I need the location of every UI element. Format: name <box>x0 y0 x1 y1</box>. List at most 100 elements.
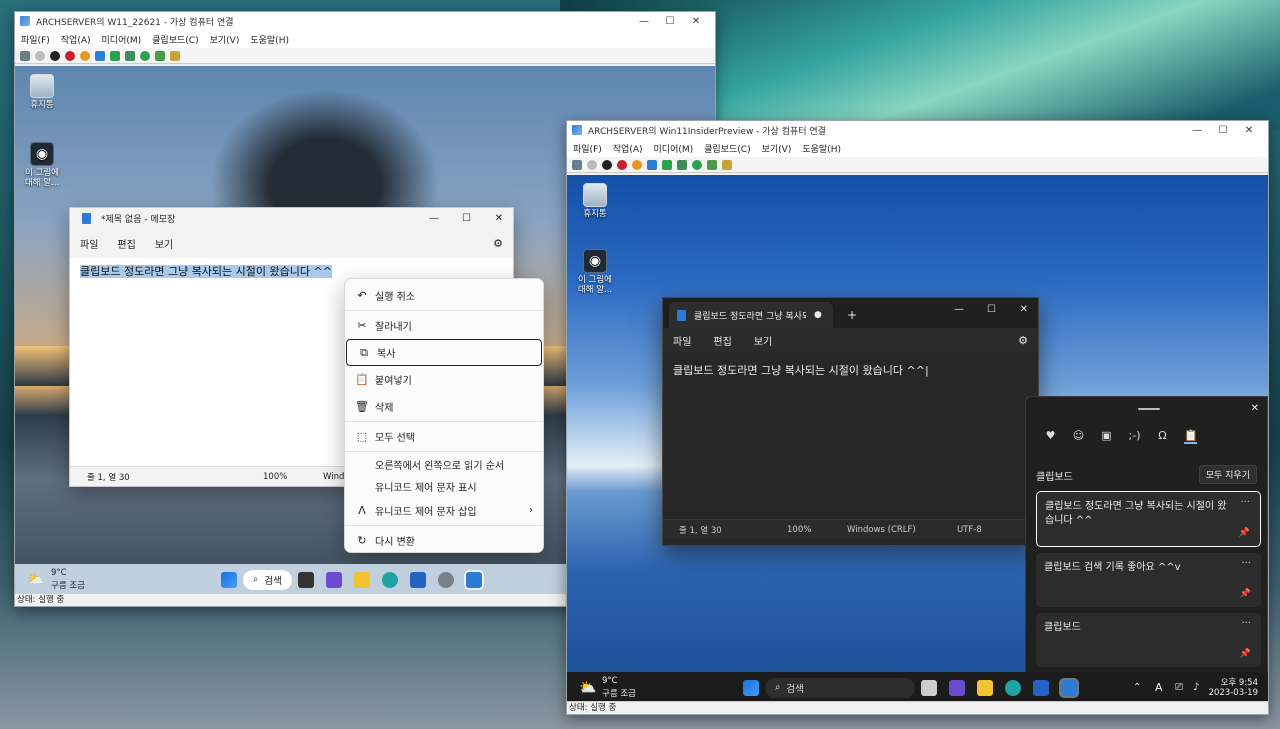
chevron-up-icon[interactable]: ⌃ <box>1133 682 1141 693</box>
clipboard-item[interactable]: 클립보드 ··· 📌 <box>1036 613 1261 667</box>
menu-help[interactable]: 도움말(H) <box>250 33 289 46</box>
menu-item-select-all[interactable]: ⬚ 모두 선택 <box>345 423 543 450</box>
clear-all-button[interactable]: 모두 지우기 <box>1198 465 1257 484</box>
more-options-icon[interactable]: ··· <box>1240 496 1250 510</box>
ctrl-alt-del-icon[interactable] <box>20 50 30 61</box>
menu-action[interactable]: 작업(A) <box>61 33 91 46</box>
resume-icon[interactable] <box>662 159 672 170</box>
clipboard-icon[interactable]: 📋 <box>1184 429 1198 444</box>
symbols-icon[interactable]: Ω <box>1156 429 1169 444</box>
menu-media[interactable]: 미디어(M) <box>654 142 694 155</box>
emoji-icon[interactable]: ☺ <box>1072 429 1085 444</box>
clipboard-item[interactable]: 클립보드 정도라면 그냥 복사되는 시절이 왔습니다 ^^ ··· 📌 <box>1036 491 1261 547</box>
close-button[interactable]: ✕ <box>1236 121 1262 139</box>
menu-view[interactable]: 보기(V) <box>762 142 792 155</box>
pin-icon[interactable]: 📌 <box>1239 526 1250 540</box>
checkpoint-icon[interactable] <box>677 159 687 170</box>
settings-icon[interactable] <box>437 571 454 588</box>
enhanced-session-icon[interactable] <box>707 159 717 170</box>
pause-icon[interactable] <box>95 50 105 61</box>
menu-view[interactable]: 보기(V) <box>210 33 240 46</box>
file-explorer-icon[interactable] <box>977 679 993 696</box>
menu-action[interactable]: 작업(A) <box>613 142 643 155</box>
notepad-taskbar-icon[interactable] <box>463 569 484 590</box>
store-icon[interactable] <box>1033 679 1049 696</box>
file-explorer-icon[interactable] <box>353 571 370 588</box>
pin-icon[interactable]: 📌 <box>1240 647 1251 661</box>
ime-icon[interactable]: A <box>1155 681 1163 694</box>
maximize-button[interactable]: ☐ <box>987 304 996 315</box>
more-options-icon[interactable]: ··· <box>1241 557 1251 571</box>
close-button[interactable]: ✕ <box>1020 304 1028 315</box>
shutdown-icon[interactable] <box>617 159 627 170</box>
maximize-button[interactable]: ☐ <box>657 12 683 30</box>
desktop-icon-spotlight[interactable]: ◉ 이 그림에 대해 알... <box>22 142 62 188</box>
minimize-button[interactable]: — <box>429 213 439 224</box>
clock-date[interactable]: 2023-03-19 <box>1209 688 1258 698</box>
volume-icon[interactable]: ♪ <box>1193 682 1199 693</box>
desktop-icon-recycle-bin[interactable]: 휴지통 <box>22 74 62 110</box>
save-state-icon[interactable] <box>632 159 642 170</box>
menu-item-paste[interactable]: 📋 붙여넣기 <box>345 366 543 393</box>
pin-icon[interactable]: 📌 <box>1240 587 1251 601</box>
save-state-icon[interactable] <box>80 50 90 61</box>
start-icon[interactable] <box>587 159 597 170</box>
pause-icon[interactable] <box>647 159 657 170</box>
gif-icon[interactable]: ▣ <box>1100 429 1113 444</box>
ctrl-alt-del-icon[interactable] <box>572 159 582 170</box>
menu-view[interactable]: 보기 <box>155 236 173 251</box>
menu-edit[interactable]: 편집 <box>117 236 135 251</box>
revert-icon[interactable] <box>692 159 702 170</box>
share-icon[interactable] <box>170 50 180 61</box>
kaomoji-icon[interactable]: ;-) <box>1128 429 1141 444</box>
start-icon[interactable] <box>743 679 759 696</box>
network-icon[interactable]: ⎚ <box>1175 682 1183 693</box>
vm2-guest-screen[interactable]: 휴지통 ◉ 이 그림에 대해 알... 클립보드 정도라면 그냥 복사되는 시 … <box>567 175 1268 703</box>
close-button[interactable]: ✕ <box>495 213 503 224</box>
menu-clipboard[interactable]: 클립보드(C) <box>152 33 198 46</box>
minimize-button[interactable]: — <box>954 304 964 315</box>
menu-item-delete[interactable]: 🗑 삭제 <box>345 393 543 420</box>
checkpoint-icon[interactable] <box>125 50 135 61</box>
more-options-icon[interactable]: ··· <box>1241 617 1251 631</box>
desktop-icon-spotlight[interactable]: ◉ 이 그림에 대해 알... <box>575 249 615 295</box>
maximize-button[interactable]: ☐ <box>1210 121 1236 139</box>
weather-icon[interactable]: ⛅ <box>27 572 44 588</box>
enhanced-session-icon[interactable] <box>155 50 165 61</box>
settings-gear-icon[interactable]: ⚙ <box>1018 334 1028 347</box>
vm2-titlebar[interactable]: ARCHSERVER의 Win11InsiderPreview - 가상 컴퓨터… <box>567 121 1268 139</box>
clipboard-item[interactable]: 클립보드 검색 기록 좋아요 ^^v ··· 📌 <box>1036 553 1261 607</box>
minimize-button[interactable]: — <box>1184 121 1210 139</box>
menu-item-cut[interactable]: ✂ 잘라내기 <box>345 312 543 339</box>
chat-icon[interactable] <box>325 571 342 588</box>
menu-file[interactable]: 파일(F) <box>573 142 602 155</box>
menu-item-insert-unicode[interactable]: Λ 유니코드 제어 문자 삽입 › <box>345 497 543 524</box>
turn-off-icon[interactable] <box>50 50 60 61</box>
menu-edit[interactable]: 편집 <box>713 333 731 348</box>
task-view-icon[interactable] <box>921 679 937 696</box>
clock-time[interactable]: 오후 9:54 <box>1221 676 1258 688</box>
maximize-button[interactable]: ☐ <box>462 213 471 224</box>
menu-item-copy[interactable]: ⧉ 복사 <box>346 339 542 366</box>
menu-clipboard[interactable]: 클립보드(C) <box>704 142 750 155</box>
chat-icon[interactable] <box>949 679 965 696</box>
desktop-icon-recycle-bin[interactable]: 휴지통 <box>575 183 615 219</box>
favorites-icon[interactable]: ♥ <box>1044 429 1057 444</box>
edge-icon[interactable] <box>381 571 398 588</box>
revert-icon[interactable] <box>140 50 150 61</box>
store-icon[interactable] <box>409 571 426 588</box>
menu-item-rtl[interactable]: 오른쪽에서 왼쪽으로 읽기 순서 <box>345 453 543 475</box>
notepad-titlebar[interactable]: *제목 없음 - 메모장 — ☐ ✕ <box>70 208 513 228</box>
tab-unsaved-dot[interactable]: ● <box>814 310 822 320</box>
close-button[interactable]: ✕ <box>683 12 709 30</box>
menu-view[interactable]: 보기 <box>754 333 772 348</box>
menu-file[interactable]: 파일 <box>80 236 98 251</box>
shutdown-icon[interactable] <box>65 50 75 61</box>
task-view-icon[interactable] <box>297 571 314 588</box>
turn-off-icon[interactable] <box>602 159 612 170</box>
menu-file[interactable]: 파일(F) <box>21 33 50 46</box>
menu-help[interactable]: 도움말(H) <box>802 142 841 155</box>
minimize-button[interactable]: — <box>631 12 657 30</box>
menu-item-undo[interactable]: ↶ 실행 취소 <box>345 282 543 309</box>
new-tab-button[interactable]: + <box>847 308 857 322</box>
